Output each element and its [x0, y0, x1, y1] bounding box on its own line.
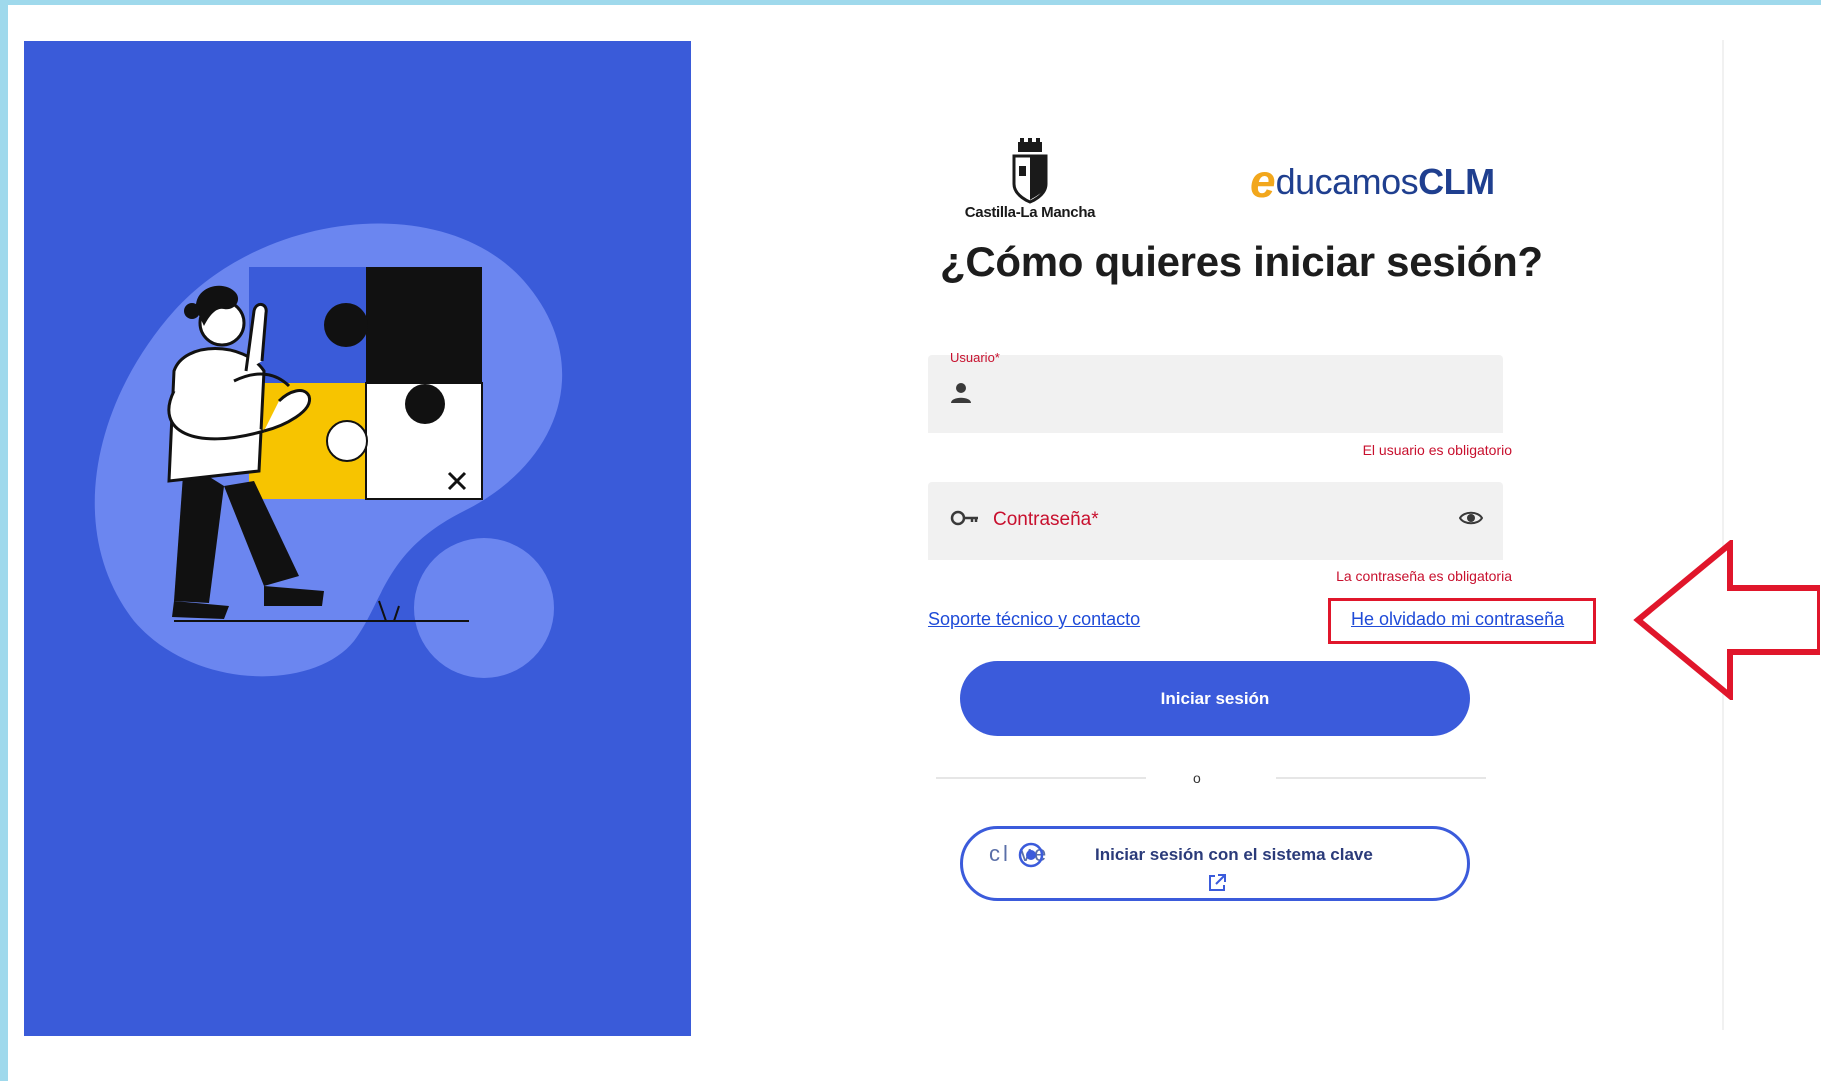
separator-or: o	[1193, 770, 1201, 786]
login-button[interactable]: Iniciar sesión	[960, 661, 1470, 736]
educamos-logo-word: ducamosCLM	[1275, 161, 1496, 202]
clave-logo-icon	[1018, 842, 1044, 868]
username-label: Usuario*	[950, 350, 1000, 365]
forgot-password-highlight	[1328, 598, 1596, 644]
username-field[interactable]: Usuario*	[928, 350, 1503, 433]
left-arrow-annotation-icon	[1633, 540, 1820, 700]
educamos-logo-letter: e	[1250, 155, 1276, 207]
frame-left-border	[0, 0, 8, 1081]
password-field[interactable]: Contraseña*	[928, 482, 1503, 560]
divider-right	[1276, 777, 1486, 779]
hero-illustration-panel	[24, 41, 691, 1036]
clave-button-label: Iniciar sesión con el sistema clave	[1095, 845, 1373, 864]
key-icon	[950, 508, 980, 533]
frame-top-border	[0, 0, 1821, 5]
password-placeholder: Contraseña*	[993, 509, 1099, 530]
password-error: La contraseña es obligatoria	[1336, 568, 1512, 584]
puzzle-illustration	[94, 223, 563, 678]
clave-login-button[interactable]: cl ve Iniciar sesión con el sistema clav…	[960, 826, 1470, 901]
card-edge	[1722, 40, 1724, 1030]
external-link-icon	[1207, 873, 1227, 898]
username-error: El usuario es obligatorio	[1362, 442, 1512, 458]
region-logo-caption: Castilla-La Mancha	[964, 204, 1096, 221]
eye-icon[interactable]	[1458, 510, 1484, 531]
castilla-la-mancha-logo: Castilla-La Mancha	[960, 138, 1100, 230]
page-title: ¿Cómo quieres iniciar sesión?	[940, 238, 1543, 285]
support-link[interactable]: Soporte técnico y contacto	[928, 609, 1140, 630]
person-icon	[950, 381, 972, 410]
coat-of-arms-icon	[1012, 138, 1048, 204]
educamosclm-logo: educamosCLM	[1250, 158, 1495, 208]
divider-left	[936, 777, 1146, 779]
